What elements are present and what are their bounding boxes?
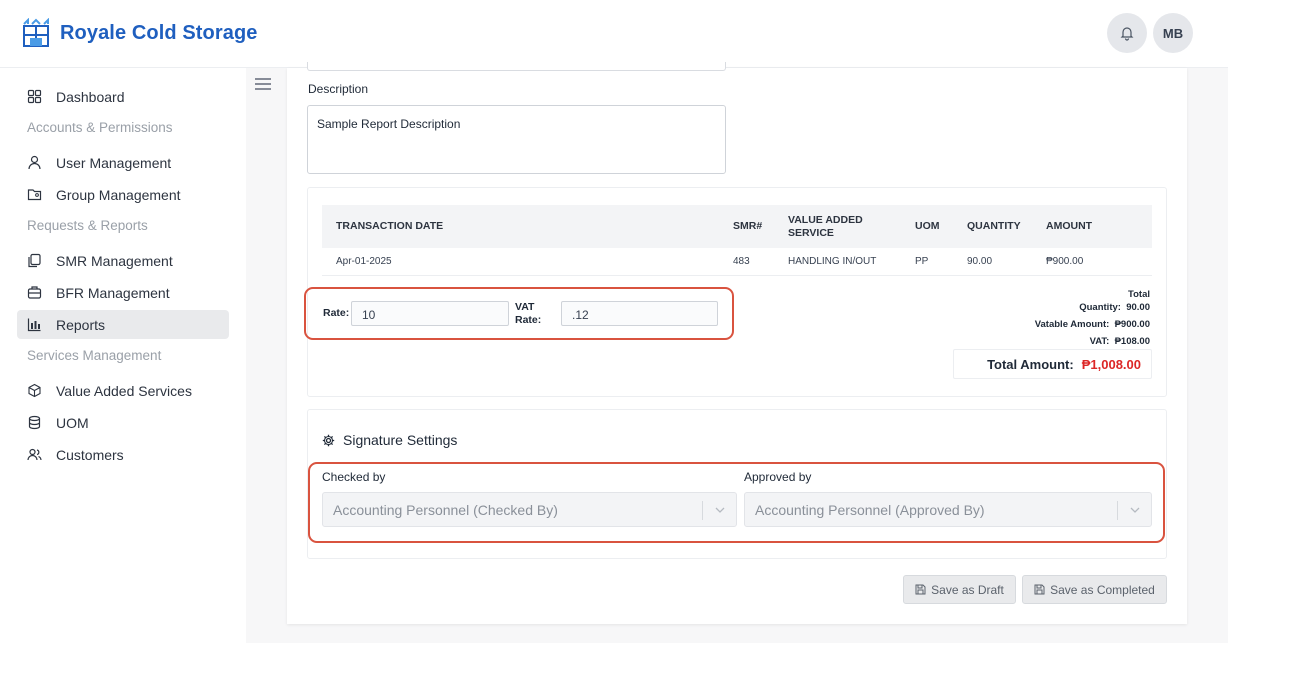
save-icon [1034, 584, 1045, 595]
sidebar-item-value-added-services[interactable]: Value Added Services [17, 376, 229, 405]
save-as-completed-button[interactable]: Save as Completed [1022, 575, 1167, 604]
save-as-draft-button[interactable]: Save as Draft [903, 575, 1016, 604]
sidebar-item-smr-management[interactable]: SMR Management [17, 246, 229, 275]
sidebar-item-uom[interactable]: UOM [17, 408, 229, 437]
column-header-quantity: QUANTITY [961, 205, 1040, 248]
cell-smr: 483 [727, 248, 782, 276]
vat-value: ₱108.00 [1114, 336, 1150, 347]
sidebar-section-accounts: Accounts & Permissions [27, 120, 173, 135]
sidebar-item-label: BFR Management [56, 284, 170, 301]
sidebar-section-requests: Requests & Reports [27, 218, 148, 233]
sidebar-item-label: User Management [56, 154, 172, 171]
user-icon [28, 155, 41, 170]
sidebar-item-label: Dashboard [56, 88, 125, 105]
total-amount-box: Total Amount: ₱1,008.00 [953, 349, 1152, 379]
transactions-table: TRANSACTION DATE SMR# VALUE ADDED SERVIC… [322, 205, 1152, 276]
sidebar-item-dashboard[interactable]: Dashboard [17, 82, 229, 111]
sidebar-item-label: Reports [56, 316, 106, 333]
column-header-amount: AMOUNT [1040, 205, 1152, 248]
column-header-transaction-date: TRANSACTION DATE [322, 205, 727, 248]
bar-chart-icon [27, 318, 41, 332]
warehouse-logo-icon [23, 18, 49, 47]
box-icon [28, 383, 41, 398]
total-amount-value: ₱1,008.00 [1081, 356, 1141, 372]
table-header-row: TRANSACTION DATE SMR# VALUE ADDED SERVIC… [322, 205, 1152, 248]
settings-gear-icon [322, 434, 335, 446]
cell-uom: PP [909, 248, 961, 276]
rates-highlight-box [304, 287, 734, 340]
sidebar-section-services: Services Management [27, 348, 162, 363]
total-quantity-label-2: Quantity: [1079, 302, 1121, 313]
brand[interactable]: Royale Cold Storage [22, 18, 258, 48]
signature-settings-label: Signature Settings [343, 432, 458, 448]
cell-quantity: 90.00 [961, 248, 1040, 276]
cell-amount: ₱900.00 [1040, 248, 1152, 276]
signature-settings-title: Signature Settings [322, 432, 457, 448]
total-quantity-label: Total [1128, 289, 1150, 300]
column-header-uom: UOM [909, 205, 961, 248]
vatable-amount-label: Vatable Amount: [1034, 319, 1110, 330]
vat-label: VAT: [1089, 336, 1110, 347]
save-as-draft-label: Save as Draft [931, 582, 1004, 597]
previous-field-input[interactable] [307, 62, 726, 71]
description-textarea[interactable]: Sample Report Description [307, 105, 726, 174]
sidebar-item-user-management[interactable]: User Management [17, 148, 229, 177]
sidebar-item-group-management[interactable]: Group Management [17, 180, 229, 209]
briefcase-icon [27, 286, 42, 299]
menu-toggle-icon[interactable] [255, 77, 271, 91]
total-quantity-value: 90.00 [1126, 302, 1150, 313]
folder-user-icon [27, 189, 42, 201]
save-as-completed-label: Save as Completed [1050, 582, 1155, 597]
total-amount-label: Total Amount: [987, 356, 1074, 372]
table-row: Apr-01-2025 483 HANDLING IN/OUT PP 90.00… [322, 248, 1152, 276]
copy-icon [28, 253, 41, 268]
total-quantity-line: Quantity: 90.00 [1079, 302, 1150, 313]
description-label: Description [308, 82, 369, 96]
column-header-smr: SMR# [727, 205, 782, 248]
sidebar-item-reports[interactable]: Reports [17, 310, 229, 339]
notifications-button[interactable] [1107, 13, 1147, 53]
user-avatar[interactable]: MB [1153, 13, 1193, 53]
signature-highlight-box [308, 462, 1165, 543]
users-icon [27, 448, 42, 461]
sidebar-item-bfr-management[interactable]: BFR Management [17, 278, 229, 307]
database-icon [28, 415, 41, 430]
sidebar-item-label: Customers [56, 446, 124, 463]
vatable-amount-value: ₱900.00 [1114, 319, 1150, 330]
vat-line: VAT: ₱108.00 [1090, 336, 1150, 347]
sidebar-item-customers[interactable]: Customers [17, 440, 229, 469]
vatable-amount-line: Vatable Amount: ₱900.00 [1035, 319, 1150, 330]
column-header-value-added-service: VALUE ADDED SERVICE [782, 205, 909, 248]
cell-transaction-date: Apr-01-2025 [322, 248, 727, 276]
top-header: Royale Cold Storage MB [0, 0, 1228, 68]
cell-value-added-service: HANDLING IN/OUT [782, 248, 909, 276]
sidebar-item-label: UOM [56, 414, 89, 431]
dashboard-icon [27, 89, 42, 104]
sidebar-item-label: SMR Management [56, 252, 173, 269]
app-name: Royale Cold Storage [60, 21, 258, 44]
save-icon [915, 584, 926, 595]
bell-icon [1120, 27, 1134, 41]
sidebar-item-label: Group Management [56, 186, 181, 203]
sidebar-item-label: Value Added Services [56, 382, 192, 399]
